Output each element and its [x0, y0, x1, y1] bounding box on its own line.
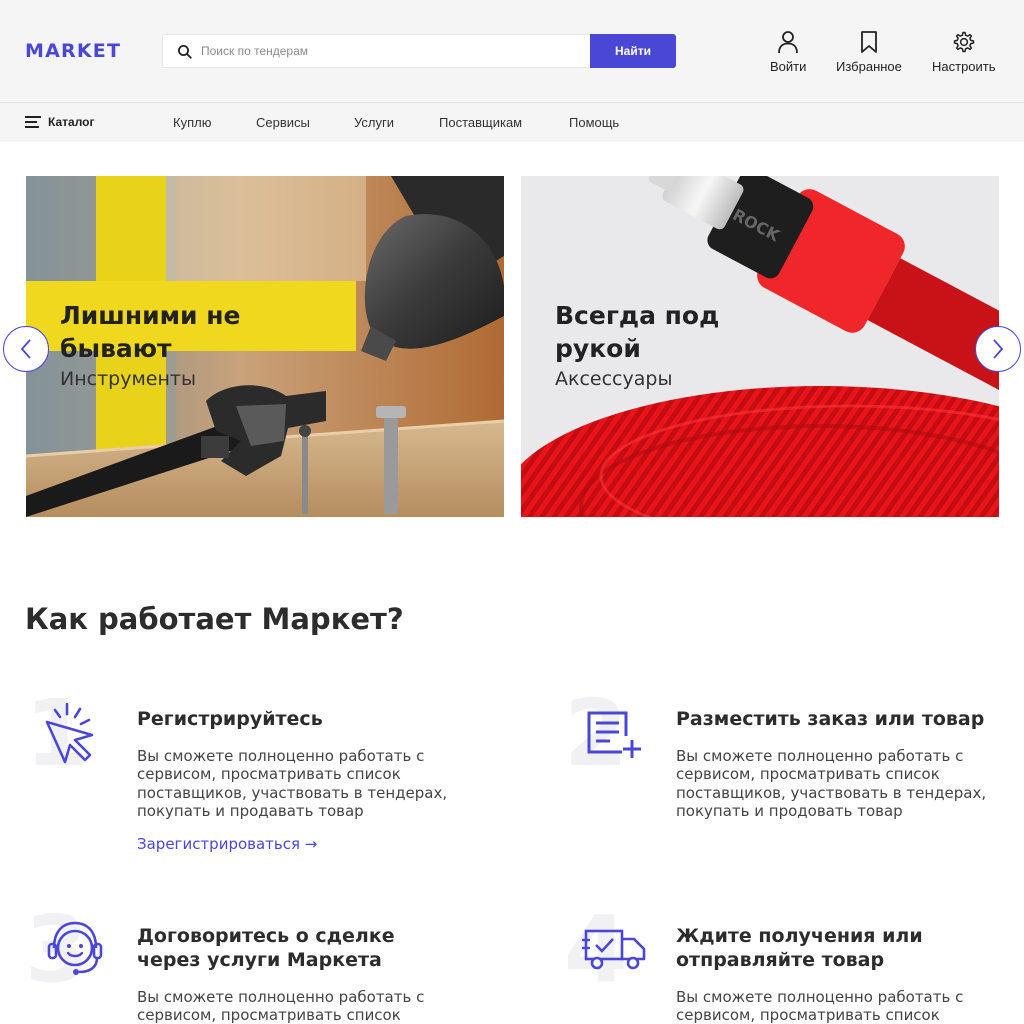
banner-title: Всегда под рукой — [555, 301, 720, 363]
click-cursor-icon — [45, 702, 94, 764]
search-box: Найти — [162, 34, 676, 68]
nav-link-suppliers[interactable]: Поставщикам — [439, 115, 522, 130]
nav-link-offerings[interactable]: Услуги — [354, 115, 394, 130]
login-label: Войти — [770, 59, 807, 74]
add-order-icon — [587, 711, 641, 758]
search-button[interactable]: Найти — [590, 34, 676, 68]
user-icon — [778, 31, 799, 54]
step-title: Разместить заказ или товар — [676, 708, 985, 730]
register-link[interactable]: Зарегистрироваться → — [137, 835, 317, 853]
carousel-next-button[interactable] — [975, 326, 1021, 372]
step-title: Регистрируйтесь — [137, 708, 323, 730]
step-title: Договоритесь о сделке через услуги Марке… — [137, 925, 395, 971]
chevron-left-icon — [20, 339, 31, 359]
site-logo[interactable]: MARKET — [25, 40, 121, 62]
bookmark-icon — [861, 31, 877, 53]
catalog-label: Каталог — [48, 115, 95, 129]
search-icon — [178, 45, 192, 59]
banner-subtitle: Аксессуары — [555, 368, 673, 390]
promo-banner-tools[interactable]: Лишними не бывают Инструменты — [26, 176, 504, 517]
banner-title: Лишними не бывают — [60, 301, 241, 363]
settings-label: Настроить — [932, 59, 996, 74]
settings-button[interactable]: Настроить — [932, 30, 996, 74]
favorites-button[interactable]: Избранное — [836, 30, 902, 74]
nav-link-services[interactable]: Сервисы — [256, 115, 310, 130]
carousel-prev-button[interactable] — [3, 326, 49, 372]
step-description: Вы сможете полноценно работать с сервисо… — [676, 747, 987, 820]
site-header: MARKET Найти Войти Избранное Настроить — [0, 0, 1024, 103]
step-description: Вы сможете полноценно работать с сервисо… — [137, 747, 448, 820]
nav-link-help[interactable]: Помощь — [569, 115, 619, 130]
gear-icon — [953, 31, 975, 53]
step-description: Вы сможете полноценно работать с сервисо… — [676, 988, 964, 1024]
section-title: Как работает Маркет? — [25, 602, 404, 636]
catalog-button[interactable]: Каталог — [25, 115, 95, 129]
promo-banner-accessories[interactable]: ROCK Всегда под рукой Аксессуары — [521, 176, 999, 517]
menu-icon — [25, 116, 41, 128]
search-input[interactable] — [201, 35, 589, 67]
login-button[interactable]: Войти — [770, 30, 806, 74]
step-title: Ждите получения или отправляйте товар — [676, 925, 923, 971]
main-nav: Каталог Куплю Сервисы Услуги Поставщикам… — [0, 103, 1024, 142]
delivery-truck-icon — [582, 929, 646, 970]
banner-subtitle: Инструменты — [60, 368, 196, 390]
chevron-right-icon — [993, 339, 1004, 359]
step-description: Вы сможете полноценно работать с сервисо… — [137, 988, 425, 1024]
support-agent-icon — [47, 921, 103, 975]
favorites-label: Избранное — [836, 59, 902, 74]
nav-link-buy[interactable]: Куплю — [173, 115, 211, 130]
